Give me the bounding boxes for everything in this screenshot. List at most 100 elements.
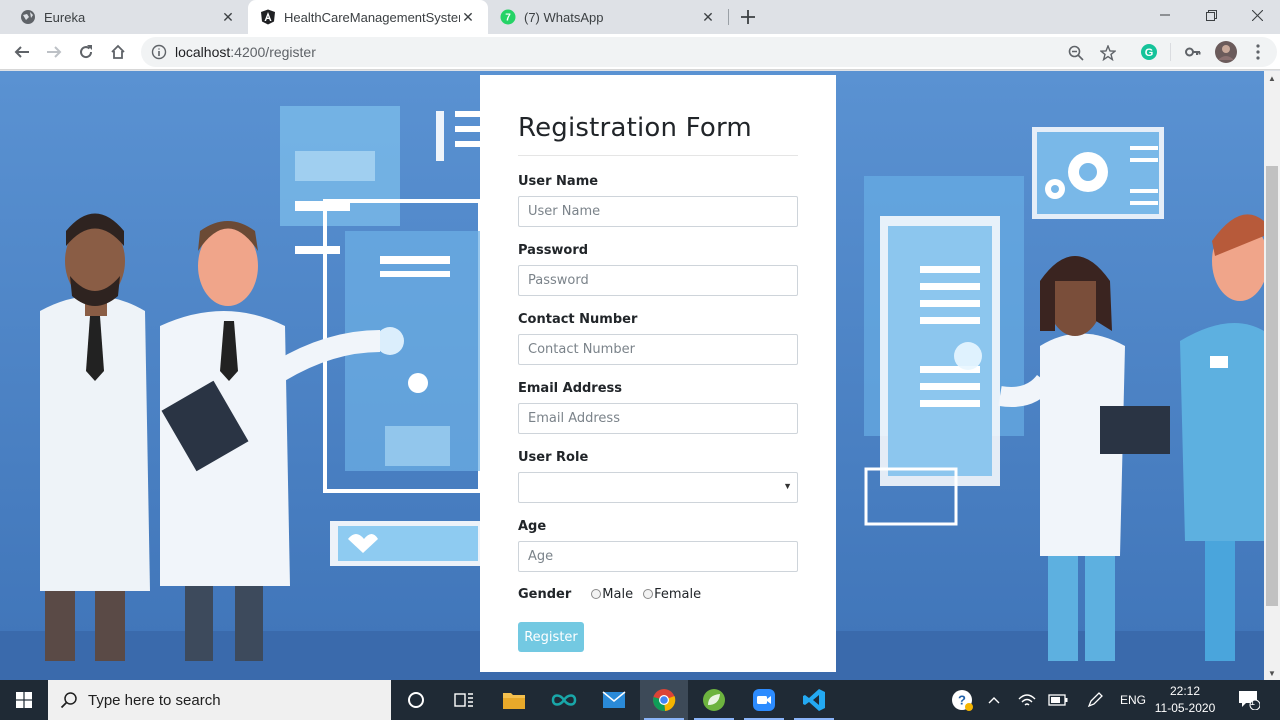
- notifications-button[interactable]: 1: [1236, 690, 1262, 710]
- username-label: User Name: [518, 174, 599, 189]
- task-view-button[interactable]: [440, 680, 488, 720]
- tab-label: HealthCareManagementSystem: [284, 9, 460, 25]
- scrollbar-thumb[interactable]: [1266, 166, 1278, 606]
- start-button[interactable]: [0, 680, 48, 720]
- chevron-up-icon[interactable]: [986, 690, 1002, 710]
- file-explorer-button[interactable]: [490, 680, 538, 720]
- age-label: Age: [518, 519, 547, 534]
- password-key-button[interactable]: [1180, 39, 1206, 65]
- back-button[interactable]: [9, 39, 35, 65]
- page-scrollbar[interactable]: ▲ ▼: [1264, 71, 1280, 680]
- zoom-app-button[interactable]: [740, 680, 788, 720]
- pen-icon[interactable]: [1086, 690, 1104, 710]
- url-host: localhost: [175, 44, 231, 60]
- notification-icon: [1239, 691, 1260, 710]
- search-placeholder: Type here to search: [88, 691, 221, 709]
- new-tab-button[interactable]: [736, 5, 760, 29]
- globe-icon: [20, 9, 36, 25]
- home-icon: [111, 44, 125, 59]
- radio-label: Male: [602, 586, 634, 602]
- password-label: Password: [518, 243, 589, 258]
- forward-button[interactable]: [41, 39, 67, 65]
- scroll-up-icon[interactable]: ▲: [1264, 71, 1280, 85]
- age-input[interactable]: [518, 541, 798, 572]
- user-role-value: [518, 472, 798, 503]
- close-icon[interactable]: ✕: [700, 9, 716, 25]
- vscode-icon: [803, 689, 825, 711]
- username-input[interactable]: [518, 196, 798, 227]
- grammarly-extension-button[interactable]: G: [1136, 39, 1162, 65]
- gender-radio-female[interactable]: Female: [643, 587, 701, 602]
- scroll-down-icon[interactable]: ▼: [1264, 666, 1280, 680]
- tab-eureka[interactable]: Eureka ✕: [8, 0, 248, 34]
- reload-icon: [80, 45, 93, 59]
- registration-form-card: Registration Form User Name Password Con…: [480, 75, 836, 672]
- taskbar-search-box[interactable]: Type here to search: [48, 680, 391, 720]
- user-role-label: User Role: [518, 450, 589, 465]
- email-input[interactable]: [518, 403, 798, 434]
- user-role-select[interactable]: ▼: [518, 472, 798, 503]
- svg-text:?: ?: [958, 693, 966, 708]
- password-input[interactable]: [518, 265, 798, 296]
- language-indicator[interactable]: ENG: [1118, 690, 1148, 710]
- chevron-down-icon: ▼: [783, 481, 792, 491]
- gender-group: Gender Male Female: [518, 584, 798, 604]
- toolbar-divider: [1170, 43, 1171, 61]
- register-button[interactable]: Register: [518, 622, 584, 652]
- address-bar[interactable]: localhost:4200/register: [141, 37, 1277, 67]
- grammarly-icon: G: [1141, 44, 1157, 60]
- arduino-button[interactable]: [540, 680, 588, 720]
- radio-button[interactable]: [643, 589, 654, 599]
- whatsapp-icon: 7: [500, 9, 516, 25]
- cortana-icon: [408, 692, 424, 708]
- contact-number-input[interactable]: [518, 334, 798, 365]
- wifi-icon[interactable]: [1018, 690, 1036, 710]
- vscode-button[interactable]: [790, 680, 838, 720]
- reload-button[interactable]: [73, 39, 99, 65]
- infinity-icon: [551, 694, 577, 706]
- svg-text:7: 7: [505, 13, 511, 24]
- info-icon[interactable]: [151, 44, 167, 60]
- title-divider: [518, 155, 798, 156]
- task-view-icon: [454, 693, 473, 707]
- tab-label: Eureka: [44, 9, 86, 25]
- system-clock[interactable]: 22:12 11-05-2020: [1152, 683, 1218, 717]
- spring-tool-button[interactable]: [690, 680, 738, 720]
- profile-avatar[interactable]: [1213, 39, 1239, 65]
- help-tray-icon[interactable]: ?: [950, 690, 974, 711]
- close-icon[interactable]: ✕: [460, 9, 476, 25]
- avatar-icon: [1215, 41, 1237, 63]
- tab-separator: [728, 9, 729, 25]
- radio-label: Female: [654, 586, 702, 602]
- plus-icon: [741, 10, 755, 24]
- zoom-icon[interactable]: [1064, 41, 1088, 65]
- notification-count: 1: [1250, 697, 1256, 707]
- svg-text:G: G: [1145, 47, 1154, 59]
- battery-icon[interactable]: [1048, 690, 1068, 710]
- folder-icon: [503, 693, 525, 709]
- gender-radio-male[interactable]: Male: [591, 587, 633, 602]
- browser-toolbar: localhost:4200/register G: [0, 34, 1280, 70]
- cortana-button[interactable]: [392, 680, 440, 720]
- search-icon: [60, 692, 77, 709]
- contact-number-label: Contact Number: [518, 312, 638, 327]
- form-title: Registration Form: [518, 113, 752, 143]
- minimize-button[interactable]: [1142, 0, 1188, 30]
- restore-icon: [1205, 9, 1217, 21]
- tab-healthcare[interactable]: HealthCareManagementSystem ✕: [248, 0, 488, 34]
- close-icon[interactable]: ✕: [220, 9, 236, 25]
- close-window-button[interactable]: [1234, 0, 1280, 30]
- url-text: localhost:4200/register: [175, 44, 316, 60]
- angular-icon: [260, 9, 276, 25]
- radio-button[interactable]: [591, 589, 602, 599]
- chrome-taskbar-button[interactable]: [640, 680, 688, 720]
- mail-button[interactable]: [590, 680, 638, 720]
- mail-icon: [602, 691, 626, 708]
- tab-whatsapp[interactable]: 7 (7) WhatsApp ✕: [488, 0, 728, 34]
- clock-time: 22:12: [1169, 684, 1201, 698]
- restore-button[interactable]: [1188, 0, 1234, 30]
- home-button[interactable]: [105, 39, 131, 65]
- star-icon[interactable]: [1096, 41, 1120, 65]
- chrome-menu-button[interactable]: [1245, 39, 1271, 65]
- gender-label: Gender: [518, 586, 572, 602]
